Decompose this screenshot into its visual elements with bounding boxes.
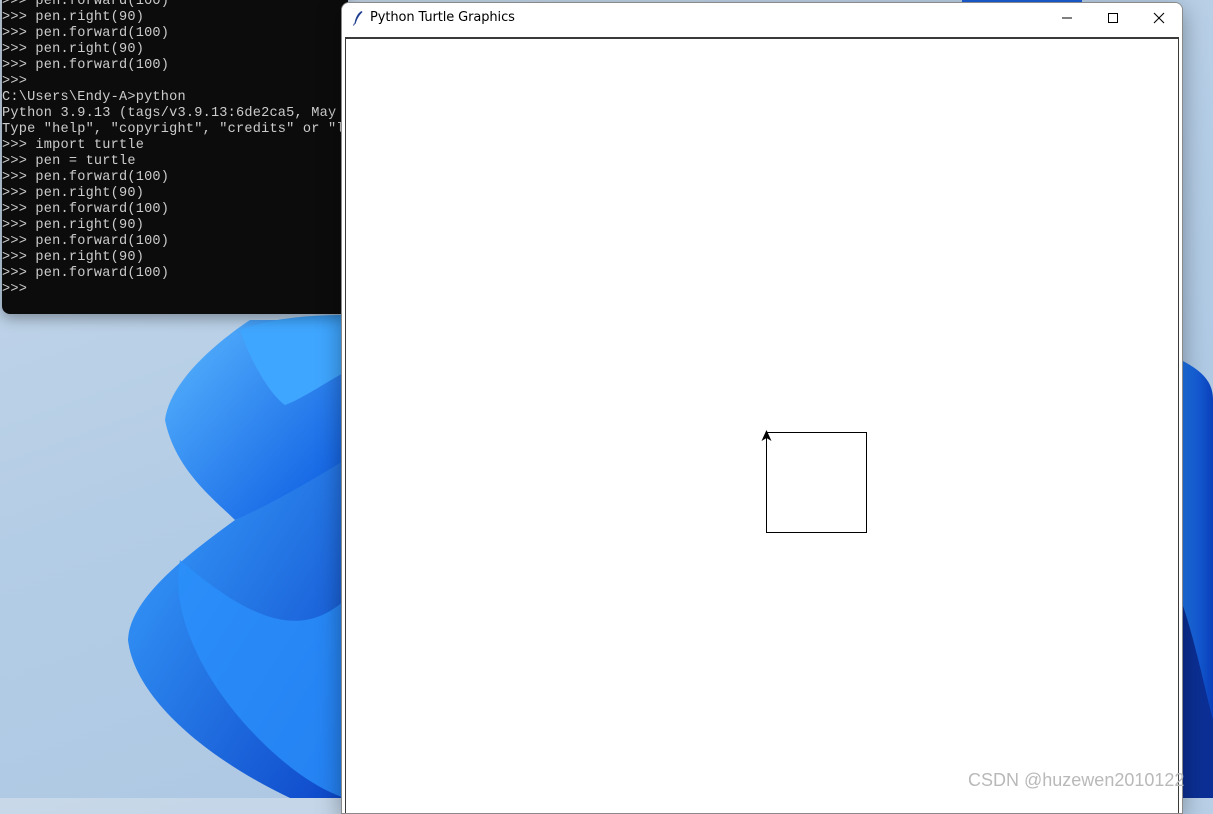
window-title: Python Turtle Graphics — [370, 10, 515, 25]
maximize-button[interactable] — [1090, 3, 1136, 33]
console-line: >>> pen.right(90) — [2, 186, 145, 201]
console-line: >>> — [2, 282, 28, 297]
feather-icon — [353, 11, 363, 26]
turtle-canvas[interactable] — [345, 37, 1179, 813]
console-line: >>> pen.right(90) — [2, 10, 145, 25]
console-line: >>> pen = turtle — [2, 154, 136, 169]
console-line: C:\Users\Endy-A>python — [2, 90, 186, 105]
minimize-icon — [1062, 17, 1072, 19]
close-button[interactable] — [1136, 3, 1182, 33]
console-line: >>> pen.forward(100) — [2, 26, 170, 41]
turtle-drawing — [761, 430, 867, 533]
title-bar[interactable]: Python Turtle Graphics — [342, 3, 1182, 33]
maximize-icon — [1108, 13, 1118, 23]
console-line: >>> import turtle — [2, 138, 145, 153]
console-line: >>> pen.forward(100) — [2, 170, 170, 185]
console-line: Python 3.9.13 (tags/v3.9.13:6de2ca5, May… — [2, 106, 348, 121]
console-line: Type "help", "copyright", "credits" or "… — [2, 122, 348, 137]
console-line: >>> pen.forward(100) — [2, 266, 170, 281]
console-line: >>> pen.right(90) — [2, 42, 145, 57]
console-window[interactable]: >>> pen.forward(100) >>> pen.right(90) >>>… — [2, 0, 348, 314]
watermark: CSDN @huzewen2010122 — [968, 770, 1185, 790]
console-line: >>> pen.right(90) — [2, 250, 145, 265]
console-line: >>> pen.forward(100) — [2, 58, 170, 73]
console-line: >>> pen.forward(100) — [2, 0, 170, 9]
console-output: >>> pen.forward(100) >>> pen.right(90) >>>… — [2, 0, 348, 298]
minimize-button[interactable] — [1044, 3, 1090, 33]
console-line: >>> pen.right(90) — [2, 218, 145, 233]
console-line: >>> pen.forward(100) — [2, 234, 170, 249]
close-icon — [1153, 12, 1165, 24]
console-line: >>> pen.forward(100) — [2, 202, 170, 217]
turtle-graphics-window[interactable]: Python Turtle Graphics — [341, 2, 1183, 814]
drawn-square — [766, 432, 867, 533]
console-line: >>> — [2, 74, 28, 89]
